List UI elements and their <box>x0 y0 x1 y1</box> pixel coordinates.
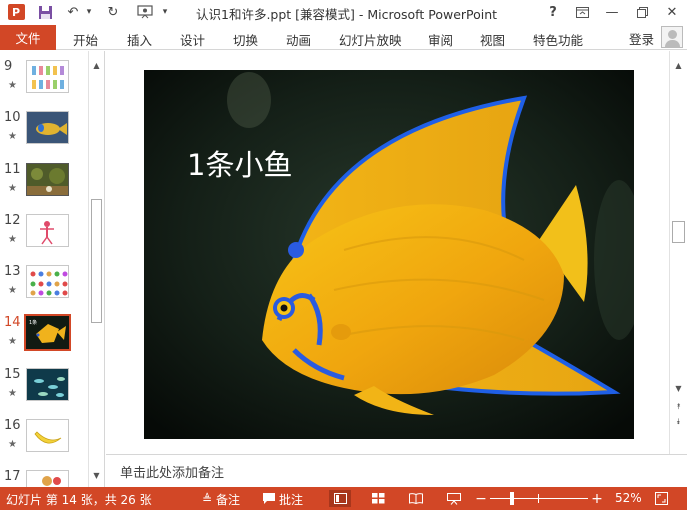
powerpoint-app-icon[interactable]: P <box>6 3 26 21</box>
slide-thumbnail-14[interactable]: 14 ★ 1条 <box>0 314 88 365</box>
comments-icon[interactable] <box>262 490 276 507</box>
slide-thumbnail-9[interactable]: 9 ★ <box>0 59 88 109</box>
thumbnail-image <box>26 368 69 401</box>
animation-star-icon: ★ <box>8 285 17 296</box>
zoom-slider-track[interactable] <box>490 498 588 499</box>
zoom-out-icon[interactable]: − <box>474 490 488 507</box>
notes-icon[interactable]: ≜ <box>200 490 214 507</box>
thumbnail-image <box>26 470 69 487</box>
animation-star-icon: ★ <box>8 80 17 91</box>
tab-design[interactable]: 设计 <box>180 30 205 49</box>
thumbnail-image <box>26 214 69 247</box>
fit-slide-to-window-icon[interactable] <box>652 490 670 507</box>
tab-review[interactable]: 审阅 <box>428 30 453 49</box>
svg-text:1条: 1条 <box>29 319 37 326</box>
thumbnail-scrollbar[interactable]: ▲ ▼ <box>88 51 103 487</box>
slide-thumbnail-10[interactable]: 10 ★ <box>0 110 88 160</box>
fish-photo <box>144 70 634 439</box>
animation-star-icon: ★ <box>8 336 17 347</box>
previous-slide-icon[interactable]: ⯭ <box>670 400 687 413</box>
undo-icon[interactable]: ↶ <box>64 3 82 21</box>
tab-transitions[interactable]: 切换 <box>233 30 258 49</box>
window-title: 认识1和许多.ppt [兼容模式] - Microsoft PowerPoint <box>196 7 498 22</box>
tab-slideshow[interactable]: 幻灯片放映 <box>339 30 402 49</box>
close-icon[interactable]: ✕ <box>657 2 687 22</box>
next-slide-icon[interactable]: ⯯ <box>670 415 687 428</box>
slide-thumbnail-12[interactable]: 12 ★ <box>0 213 88 263</box>
animation-star-icon: ★ <box>8 131 17 142</box>
ribbon-display-options-icon[interactable] <box>567 2 597 22</box>
slide-sorter-icon[interactable] <box>367 490 389 507</box>
slide-position-status: 幻灯片 第 14 张，共 26 张 <box>6 493 152 507</box>
notes-pane[interactable]: 单击此处添加备注 <box>106 454 687 487</box>
status-bar: 幻灯片 第 14 张，共 26 张 ≜ 备注 批注 − + 52% <box>0 487 687 510</box>
thumbnail-image: 1条 <box>24 314 71 351</box>
zoom-slider-midpoint <box>538 494 539 503</box>
scroll-down-icon[interactable]: ▼ <box>89 469 104 483</box>
save-icon[interactable] <box>36 3 54 21</box>
tab-insert[interactable]: 插入 <box>127 30 152 49</box>
tab-home[interactable]: 开始 <box>73 30 98 49</box>
animation-star-icon: ★ <box>8 388 17 399</box>
avatar[interactable] <box>661 26 683 48</box>
scroll-thumb[interactable] <box>91 199 102 323</box>
slide-scrollbar[interactable]: ▲ ▼ ⯭ ⯯ <box>669 51 687 454</box>
minimize-icon[interactable]: — <box>597 2 627 22</box>
thumbnail-image <box>26 111 69 144</box>
ribbon-tab-row: 文件 开始 插入 设计 切换 动画 幻灯片放映 审阅 视图 特色功能 登录 <box>0 25 687 50</box>
slide-title[interactable]: 1条小鱼 <box>187 142 292 184</box>
scroll-up-icon[interactable]: ▲ <box>670 59 687 73</box>
help-icon[interactable]: ? <box>538 2 568 22</box>
notes-placeholder[interactable]: 单击此处添加备注 <box>120 462 224 481</box>
slide-thumbnail-16[interactable]: 16 ★ <box>0 418 88 468</box>
animation-star-icon: ★ <box>8 439 17 450</box>
zoom-slider-handle[interactable] <box>510 492 514 505</box>
slide-thumbnail-13[interactable]: 13 ★ <box>0 264 88 314</box>
zoom-level[interactable]: 52% <box>615 491 642 505</box>
thumbnail-image <box>26 419 69 452</box>
tab-animations[interactable]: 动画 <box>286 30 311 49</box>
zoom-in-icon[interactable]: + <box>590 490 604 507</box>
slide-thumbnail-pane: 9 ★ 10 ★ 11 ★ 12 ★ 13 ★ 14 ★ 1条 15 ★ 16 … <box>0 51 105 487</box>
comments-toggle-button[interactable]: 批注 <box>279 491 303 508</box>
animation-star-icon: ★ <box>8 234 17 245</box>
thumbnail-image <box>26 60 69 93</box>
slide-thumbnail-11[interactable]: 11 ★ <box>0 162 88 212</box>
current-slide[interactable]: 1条小鱼 <box>144 70 634 439</box>
normal-view-icon[interactable] <box>329 490 351 507</box>
sign-in-link[interactable]: 登录 <box>629 29 654 48</box>
restore-icon[interactable] <box>627 2 657 22</box>
scroll-down-icon[interactable]: ▼ <box>670 382 687 396</box>
tab-view[interactable]: 视图 <box>480 30 505 49</box>
animation-star-icon: ★ <box>8 183 17 194</box>
slide-thumbnail-15[interactable]: 15 ★ <box>0 367 88 417</box>
start-from-beginning-icon[interactable] <box>135 3 155 21</box>
undo-dropdown-icon[interactable]: ▾ <box>84 3 94 21</box>
slide-editing-area: 1条小鱼 <box>106 51 669 454</box>
notes-toggle-button[interactable]: 备注 <box>216 491 240 508</box>
customize-qat-icon[interactable]: ▾ <box>160 3 170 21</box>
scroll-thumb[interactable] <box>672 221 685 243</box>
scroll-up-icon[interactable]: ▲ <box>89 59 104 73</box>
tab-special-features[interactable]: 特色功能 <box>533 30 583 49</box>
thumbnail-image <box>26 163 69 196</box>
file-tab[interactable]: 文件 <box>0 25 56 50</box>
slide-thumbnail-17[interactable]: 17 <box>0 469 88 487</box>
reading-view-icon[interactable] <box>405 490 427 507</box>
slideshow-view-icon[interactable] <box>443 490 465 507</box>
title-bar: P ↶ ▾ ↻ ▾ 认识1和许多.ppt [兼容模式] - Microsoft … <box>0 0 687 25</box>
thumbnail-image <box>26 265 69 298</box>
redo-icon[interactable]: ↻ <box>104 3 122 21</box>
